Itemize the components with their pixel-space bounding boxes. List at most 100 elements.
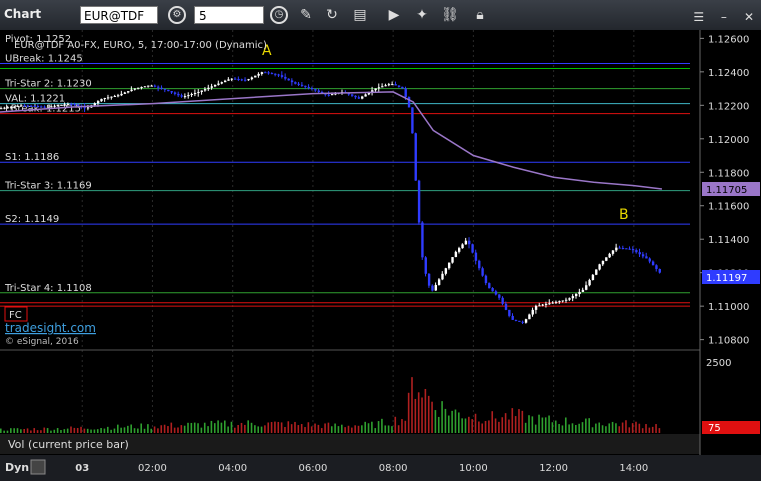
volume-bar — [601, 425, 604, 433]
candle-body — [585, 285, 588, 290]
candle-body — [127, 91, 130, 93]
volume-bar — [651, 426, 654, 433]
link-icon[interactable]: ⛓ — [440, 6, 460, 24]
candle-body — [180, 95, 183, 97]
volume-bar — [414, 398, 417, 433]
minimize-icon[interactable]: – — [716, 9, 732, 25]
annotation-label: B — [619, 207, 629, 223]
volume-bar — [237, 425, 239, 433]
candle-body — [314, 89, 317, 91]
candle-body — [203, 89, 207, 91]
volume-bar — [30, 430, 32, 433]
volume-bar — [581, 422, 584, 433]
volume-bar — [307, 422, 310, 433]
candle-body — [50, 106, 53, 108]
volume-bar — [207, 426, 209, 433]
candle-body — [554, 301, 558, 303]
volume-bar — [514, 416, 517, 433]
wand-icon[interactable]: ✦ — [412, 6, 432, 24]
candle-body — [655, 265, 658, 269]
candle-body — [374, 88, 377, 91]
candle-body — [384, 85, 387, 87]
volume-bar — [163, 424, 166, 433]
candle-body — [524, 319, 528, 323]
volume-bar — [320, 428, 323, 433]
candle-body — [658, 268, 661, 273]
volume-bar — [247, 420, 249, 433]
quote-icon[interactable]: ▤ — [350, 6, 370, 24]
volume-bar — [117, 424, 119, 433]
volume-bar — [147, 424, 149, 433]
candle-body — [651, 261, 655, 266]
volume-bar — [160, 425, 163, 433]
x-tick-label: 06:00 — [298, 463, 327, 474]
volume-bar — [317, 424, 320, 433]
volume-bar — [93, 429, 96, 433]
candle-body — [237, 79, 240, 81]
clock-icon[interactable]: ◷ — [270, 6, 288, 24]
candle-body — [521, 321, 524, 323]
candle-body — [294, 82, 297, 84]
volume-bar — [377, 421, 380, 433]
volume-bar — [210, 420, 213, 433]
candle-body — [514, 319, 518, 321]
volume-bar — [334, 423, 336, 433]
candle-body — [113, 95, 117, 97]
settings-icon[interactable]: ⚙ — [168, 6, 186, 24]
candle-body — [304, 85, 307, 87]
candle-body — [177, 93, 180, 96]
candle-body — [504, 303, 508, 310]
zoom-icon[interactable] — [30, 459, 46, 475]
volume-bar — [63, 429, 66, 433]
candle-body — [257, 73, 260, 76]
volume-bar — [294, 421, 296, 433]
candle-body — [578, 291, 581, 295]
volume-bar — [521, 410, 524, 433]
volume-bar — [447, 415, 450, 433]
interval-select[interactable]: 5 — [194, 6, 264, 24]
refresh-icon[interactable]: ↻ — [322, 6, 342, 24]
menu-icon[interactable]: ☰ — [691, 9, 707, 25]
volume-bar — [173, 427, 176, 433]
close-icon[interactable]: ✕ — [741, 9, 757, 25]
candle-body — [153, 85, 157, 87]
volume-bar — [257, 426, 260, 433]
symbol-input[interactable]: EUR@TDF — [80, 6, 158, 24]
candle-body — [310, 87, 314, 90]
price-chart[interactable]: UBreak: 1.1245Tri-Star 2: 1.1230VAL: 1.1… — [0, 30, 761, 481]
volume-bar — [76, 428, 79, 433]
volume-bar — [267, 422, 270, 433]
play-icon[interactable]: ▶ — [384, 6, 404, 24]
volume-bar — [180, 425, 183, 433]
branding-link[interactable]: tradesight.com — [5, 321, 96, 335]
candle-body — [601, 260, 605, 265]
candle-body — [351, 94, 354, 96]
volume-bar — [498, 421, 500, 433]
volume-bar — [585, 418, 587, 433]
volume-bar — [16, 428, 19, 433]
volume-bar — [324, 423, 326, 433]
pencil-icon[interactable]: ✎ — [296, 6, 316, 24]
candle-body — [240, 79, 244, 81]
candle-body — [63, 104, 66, 106]
candle-body — [605, 257, 608, 261]
volume-bar — [374, 428, 377, 433]
volume-bar — [444, 408, 447, 433]
volume-bar — [183, 425, 186, 433]
volume-bar — [591, 427, 594, 433]
candle-body — [0, 108, 3, 110]
volume-bar — [564, 417, 567, 433]
candle-body — [638, 252, 641, 255]
candle-body — [270, 73, 274, 75]
volume-bar — [284, 427, 286, 433]
candle-body — [464, 240, 468, 245]
volume-bar — [96, 429, 99, 433]
candle-body — [635, 250, 638, 253]
volume-bar — [461, 418, 463, 433]
lock-icon[interactable]: 🔒︎ — [470, 6, 490, 24]
candle-body — [625, 248, 628, 250]
volume-bar — [417, 392, 420, 433]
candle-body — [40, 106, 43, 108]
volume-bar — [197, 423, 199, 433]
candle-body — [568, 298, 571, 300]
